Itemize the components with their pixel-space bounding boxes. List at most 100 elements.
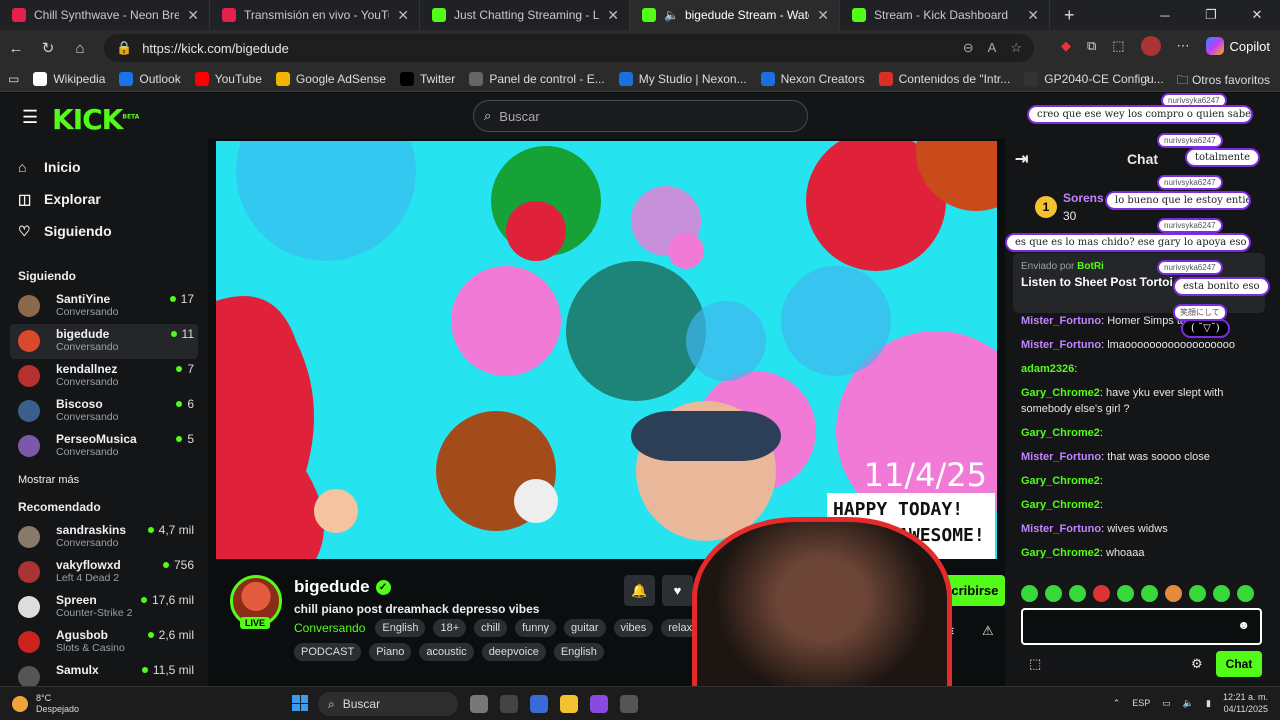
- tag-chip[interactable]: English: [375, 619, 426, 637]
- send-chat-button[interactable]: Chat: [1216, 651, 1262, 677]
- chat-username[interactable]: Gary_Chrome2: [1021, 547, 1100, 559]
- taskbar-search[interactable]: ⌕ Buscar: [318, 692, 458, 716]
- folder-icon[interactable]: [560, 695, 578, 713]
- menu-icon[interactable]: ☰: [22, 107, 38, 128]
- channel-item-kendallnez[interactable]: kendallnez Conversando 7: [10, 359, 198, 394]
- channel-item-Samulx[interactable]: Samulx 11,5 mil: [10, 660, 198, 686]
- zoom-icon[interactable]: ⊖: [963, 40, 974, 56]
- tag-chip[interactable]: vibes: [613, 619, 654, 637]
- chat-username[interactable]: Mister_Fortuno: [1021, 315, 1101, 327]
- nav-explorar[interactable]: ◫ Explorar: [18, 183, 190, 215]
- chat-username[interactable]: Gary_Chrome2: [1021, 499, 1100, 511]
- emote-icon[interactable]: [1021, 585, 1038, 602]
- close-tab-icon[interactable]: ✕: [817, 7, 829, 24]
- windows-start-icon[interactable]: [292, 695, 308, 711]
- channel-item-vakyflowxd[interactable]: vakyflowxd Left 4 Dead 2 756: [10, 555, 198, 590]
- close-tab-icon[interactable]: ✕: [607, 7, 619, 24]
- bookmark-7[interactable]: Nexon Creators: [760, 71, 865, 86]
- channel-item-PerseoMusica[interactable]: PerseoMusica Conversando 5: [10, 429, 198, 464]
- weather-widget[interactable]: 8°C Despejado: [12, 693, 79, 715]
- channel-item-Spreen[interactable]: Spreen Counter-Strike 2 17,6 mil: [10, 590, 198, 625]
- taskview-icon[interactable]: [470, 695, 488, 713]
- bookmark-0[interactable]: Wikipedia: [33, 71, 105, 86]
- minimize-icon[interactable]: ─: [1142, 0, 1188, 30]
- copilot-button[interactable]: Copilot: [1205, 37, 1270, 55]
- volume-icon[interactable]: 🔈: [1183, 698, 1194, 709]
- bookmark-8[interactable]: Contenidos de "Intr...: [878, 71, 1010, 86]
- emote-icon[interactable]: [1165, 585, 1182, 602]
- show-more-link[interactable]: Mostrar más: [0, 464, 208, 490]
- speaker-icon[interactable]: 🔈: [664, 8, 679, 22]
- copilot-icon[interactable]: [590, 695, 608, 713]
- maximize-icon[interactable]: ❐: [1188, 0, 1234, 30]
- favorite-star-icon[interactable]: ☆: [1010, 40, 1022, 56]
- app-icon[interactable]: [620, 695, 638, 713]
- tag-chip[interactable]: deepvoice: [481, 643, 546, 661]
- emote-icon[interactable]: [1213, 585, 1230, 602]
- nav-siguiendo[interactable]: ♡ Siguiendo: [18, 215, 190, 247]
- emote-icon[interactable]: [1117, 585, 1134, 602]
- chat-username[interactable]: Gary_Chrome2: [1021, 475, 1100, 487]
- emote-icon[interactable]: [1237, 585, 1254, 602]
- tab-bigedude[interactable]: 🔈 bigedude Stream - Watch Liv ✕: [630, 0, 840, 30]
- pinned-message[interactable]: Enviado por BotRi Listen to Sheet Post T…: [1013, 253, 1265, 313]
- chat-username[interactable]: Mister_Fortuno: [1021, 451, 1101, 463]
- settings-gear-icon[interactable]: ⚙: [1191, 656, 1203, 672]
- reading-list-icon[interactable]: ▭: [8, 72, 19, 86]
- chat-username[interactable]: Gary_Chrome2: [1021, 387, 1100, 399]
- bookmark-6[interactable]: My Studio | Nexon...: [618, 71, 747, 86]
- streamer-name[interactable]: bigedude ✓: [294, 577, 391, 597]
- bookmark-5[interactable]: Panel de control - E...: [469, 71, 605, 86]
- clock[interactable]: 12:21 a. m. 04/11/2025: [1223, 691, 1268, 715]
- tag-chip[interactable]: guitar: [564, 619, 606, 637]
- channel-item-SantiYine[interactable]: SantiYine Conversando 17: [10, 289, 198, 324]
- network-icon[interactable]: ▭: [1162, 698, 1171, 709]
- close-tab-icon[interactable]: ✕: [397, 7, 409, 24]
- category-link[interactable]: Conversando: [294, 621, 365, 635]
- app-icon[interactable]: [530, 695, 548, 713]
- bookmark-4[interactable]: Twitter: [399, 71, 455, 86]
- tag-chip[interactable]: PODCAST: [294, 643, 362, 661]
- emote-icon[interactable]: [1069, 585, 1086, 602]
- bookmark-2[interactable]: YouTube: [194, 71, 262, 86]
- bookmark-1[interactable]: Outlook: [119, 71, 181, 86]
- channel-item-Agusbob[interactable]: Agusbob Slots & Casino 2,6 mil: [10, 625, 198, 660]
- emote-icon[interactable]: [1189, 585, 1206, 602]
- extensions-icon[interactable]: ⧉: [1087, 38, 1096, 54]
- chevron-right-icon[interactable]: ›: [1146, 71, 1150, 85]
- channel-item-Biscoso[interactable]: Biscoso Conversando 6: [10, 394, 198, 429]
- tag-chip[interactable]: Piano: [369, 643, 412, 661]
- home-icon[interactable]: ⌂: [64, 40, 96, 57]
- tag-chip[interactable]: chill: [474, 619, 508, 637]
- close-tab-icon[interactable]: ✕: [1027, 7, 1039, 24]
- gift-icon[interactable]: ⬚: [1029, 656, 1041, 672]
- read-aloud-icon[interactable]: A: [988, 40, 997, 56]
- notify-button[interactable]: 🔔: [624, 575, 655, 606]
- emote-icon[interactable]: [1093, 585, 1110, 602]
- close-window-icon[interactable]: ✕: [1234, 0, 1280, 30]
- emote-icon[interactable]: [1045, 585, 1062, 602]
- nav-inicio[interactable]: ⌂ Inicio: [18, 151, 190, 183]
- close-tab-icon[interactable]: ✕: [187, 7, 199, 24]
- chat-username[interactable]: Mister_Fortuno: [1021, 523, 1101, 535]
- profile-avatar[interactable]: [1140, 36, 1161, 56]
- bookmark-3[interactable]: Google AdSense: [275, 71, 386, 86]
- emoji-icon[interactable]: ☻: [1237, 618, 1250, 632]
- collapse-chat-icon[interactable]: ⇥: [1015, 149, 1028, 169]
- follow-button[interactable]: ♥: [662, 575, 693, 606]
- channel-item-sandraskins[interactable]: sandraskins Conversando 4,7 mil: [10, 520, 198, 555]
- tag-chip[interactable]: English: [553, 643, 604, 661]
- chevron-up-icon[interactable]: ⌃: [1113, 698, 1121, 709]
- search-input[interactable]: ⌕ Buscar: [473, 100, 808, 132]
- emote-icon[interactable]: [1141, 585, 1158, 602]
- language-indicator[interactable]: ESP: [1132, 698, 1150, 708]
- collections-icon[interactable]: ⬚: [1112, 38, 1124, 54]
- app-icon[interactable]: [500, 695, 518, 713]
- other-favorites[interactable]: 🗀 Otros favoritos: [1177, 71, 1270, 92]
- tag-chip[interactable]: acoustic: [419, 643, 474, 661]
- battery-icon[interactable]: ▮: [1206, 698, 1211, 709]
- more-menu-icon[interactable]: ⋯: [1177, 38, 1190, 54]
- chat-input[interactable]: ☻: [1021, 608, 1262, 645]
- kick-logo[interactable]: KICKBETA: [52, 103, 139, 136]
- tag-chip[interactable]: 18+: [433, 619, 467, 637]
